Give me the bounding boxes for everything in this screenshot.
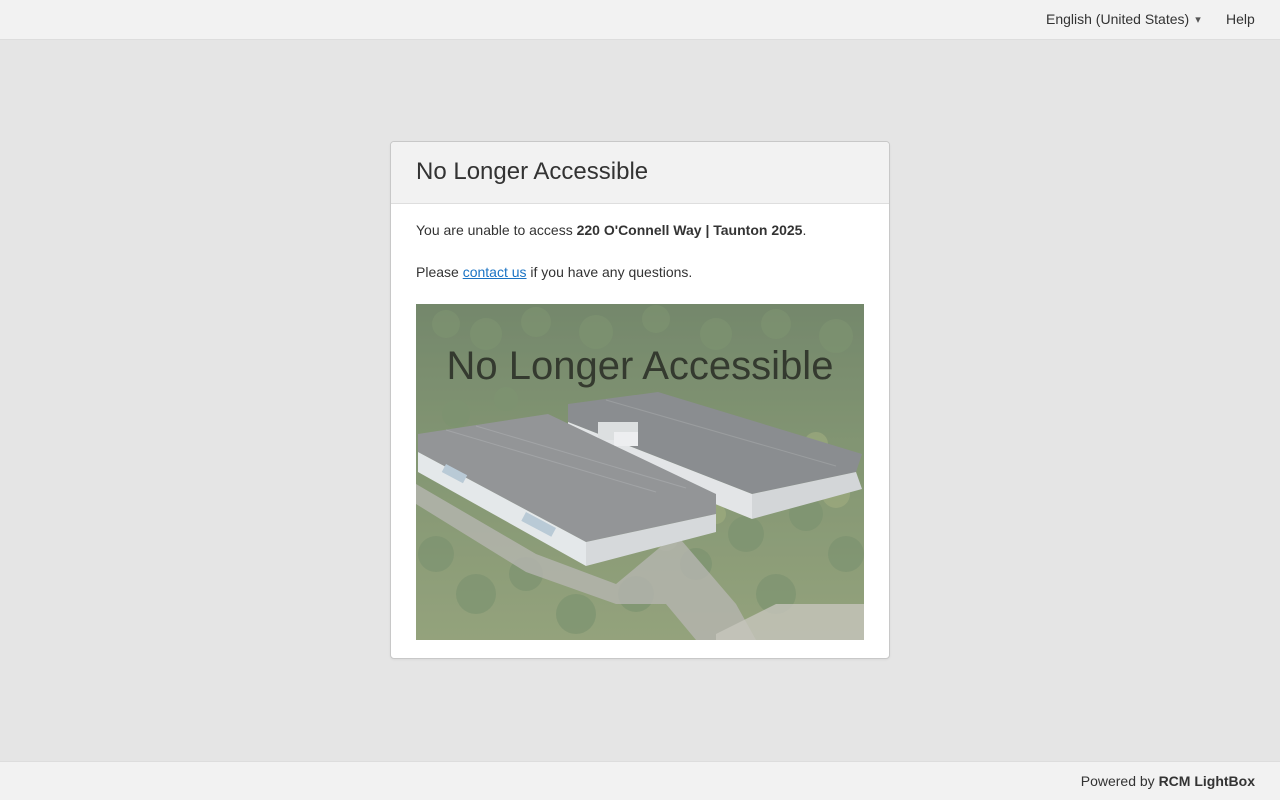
- language-label: English (United States): [1046, 11, 1190, 27]
- contact-suffix: if you have any questions.: [526, 264, 693, 280]
- property-name: 220 O'Connell Way | Taunton 2025: [576, 222, 803, 238]
- language-selector[interactable]: English (United States) ▾: [1046, 11, 1201, 27]
- contact-prefix: Please: [416, 264, 463, 280]
- brand-name: RCM LightBox: [1158, 773, 1255, 789]
- card-header: No Longer Accessible: [391, 142, 889, 204]
- message-suffix: .: [802, 222, 807, 238]
- chevron-down-icon: ▾: [1195, 13, 1201, 26]
- powered-by-label: Powered by: [1080, 773, 1155, 789]
- contact-message: Please contact us if you have any questi…: [416, 262, 864, 282]
- contact-us-link[interactable]: contact us: [463, 264, 527, 280]
- access-message: You are unable to access 220 O'Connell W…: [416, 220, 864, 240]
- message-prefix: You are unable to access: [416, 222, 577, 238]
- powered-by: Powered by RCM LightBox: [1081, 773, 1255, 789]
- footer: Powered by RCM LightBox: [0, 761, 1280, 800]
- access-card: No Longer Accessible You are unable to a…: [390, 141, 890, 659]
- card-body: You are unable to access 220 O'Connell W…: [391, 204, 889, 640]
- top-bar: English (United States) ▾ Help: [0, 0, 1280, 40]
- image-overlay-text: No Longer Accessible: [446, 344, 834, 388]
- property-image: No Longer Accessible: [416, 304, 864, 640]
- card-title: No Longer Accessible: [416, 158, 649, 185]
- help-link[interactable]: Help: [1226, 11, 1255, 27]
